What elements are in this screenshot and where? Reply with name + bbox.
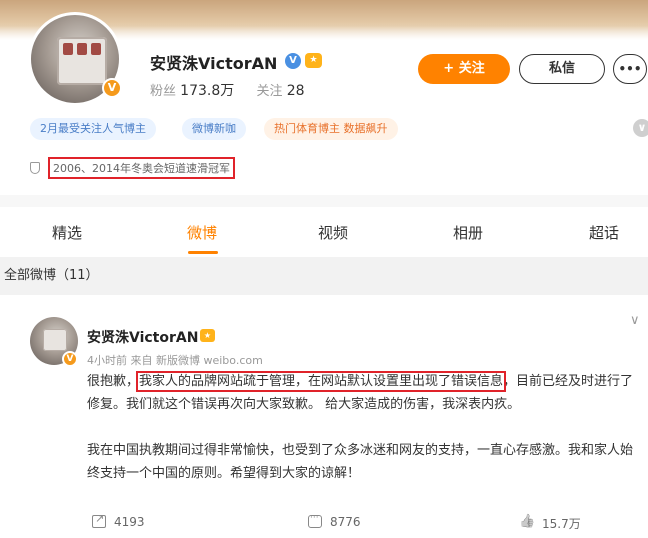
following-count[interactable]: 28 (287, 83, 305, 99)
profile-stats: 粉丝 173.8万 关注 28 (150, 80, 305, 100)
tag-popular-blogger[interactable]: 2月最受关注人气博主 (30, 118, 156, 140)
section-divider (0, 195, 648, 207)
avatar-photo-detail (57, 37, 107, 85)
forward-count: 4193 (114, 515, 145, 529)
tab-videos[interactable]: 视频 (318, 222, 348, 243)
tab-super-topics[interactable]: 超话 (589, 222, 619, 243)
tag-sports-blogger[interactable]: 热门体育博主 数据飙升 (264, 118, 398, 140)
post-paragraph-1: 很抱歉，我家人的品牌网站疏于管理，在网站默认设置里出现了错误信息，目前已经及时进… (87, 370, 645, 416)
post-options-chevron-icon[interactable]: ∨ (630, 313, 640, 328)
tab-weibo[interactable]: 微博 (187, 222, 217, 243)
user-level-icon[interactable]: ★ (305, 53, 322, 68)
verified-v-badge: V (102, 78, 122, 98)
post-paragraph-2: 我在中国执教期间过得非常愉快，也受到了众多冰迷和网友的支持，一直心存感激。我和家… (87, 443, 634, 481)
post-text: 很抱歉， (87, 374, 140, 389)
post-author-level-icon: ★ (200, 329, 215, 342)
follow-button[interactable]: + 关注 (418, 54, 510, 84)
comment-button[interactable]: 8776 (308, 513, 361, 529)
honor-text: 2006、2014年冬奥会短道速滑冠军 (48, 157, 235, 179)
like-button[interactable]: 15.7万 (520, 515, 581, 532)
active-tab-indicator (188, 251, 218, 254)
comment-count: 8776 (330, 515, 361, 529)
expand-tags-icon[interactable]: ∨ (633, 119, 648, 137)
feed-count-header: 全部微博（11） (0, 257, 648, 295)
post-body: 很抱歉，我家人的品牌网站疏于管理，在网站默认设置里出现了错误信息，目前已经及时进… (87, 370, 645, 485)
followers-label: 粉丝 (150, 84, 177, 99)
more-options-button[interactable]: ••• (613, 54, 647, 84)
verified-icon[interactable]: V (285, 53, 301, 69)
tag-weibo-newcomer[interactable]: 微博新咖 (182, 118, 246, 140)
post-author-name[interactable]: 安贤洙VictorAN (87, 327, 198, 347)
medal-icon (30, 162, 40, 174)
forward-button[interactable]: 4193 (92, 512, 145, 529)
profile-name: 安贤洙VictorAN (150, 54, 278, 73)
comment-icon (308, 513, 322, 528)
tab-albums[interactable]: 相册 (453, 222, 483, 243)
followers-count[interactable]: 173.8万 (180, 83, 234, 99)
like-count: 15.7万 (542, 517, 581, 531)
avatar-photo-detail (43, 329, 67, 351)
profile-tabs: 精选 微博 视频 相册 超话 (0, 207, 648, 257)
thumbs-up-icon (520, 517, 534, 530)
highlighted-statement: 我家人的品牌网站疏于管理，在网站默认设置里出现了错误信息 (136, 371, 507, 392)
forward-icon (92, 512, 106, 528)
following-label: 关注 (256, 84, 283, 99)
post-verified-badge: V (62, 351, 78, 367)
tab-featured[interactable]: 精选 (52, 222, 82, 243)
post-meta[interactable]: 4小时前 来自 新版微博 weibo.com (87, 352, 263, 368)
message-button[interactable]: 私信 (519, 54, 605, 84)
